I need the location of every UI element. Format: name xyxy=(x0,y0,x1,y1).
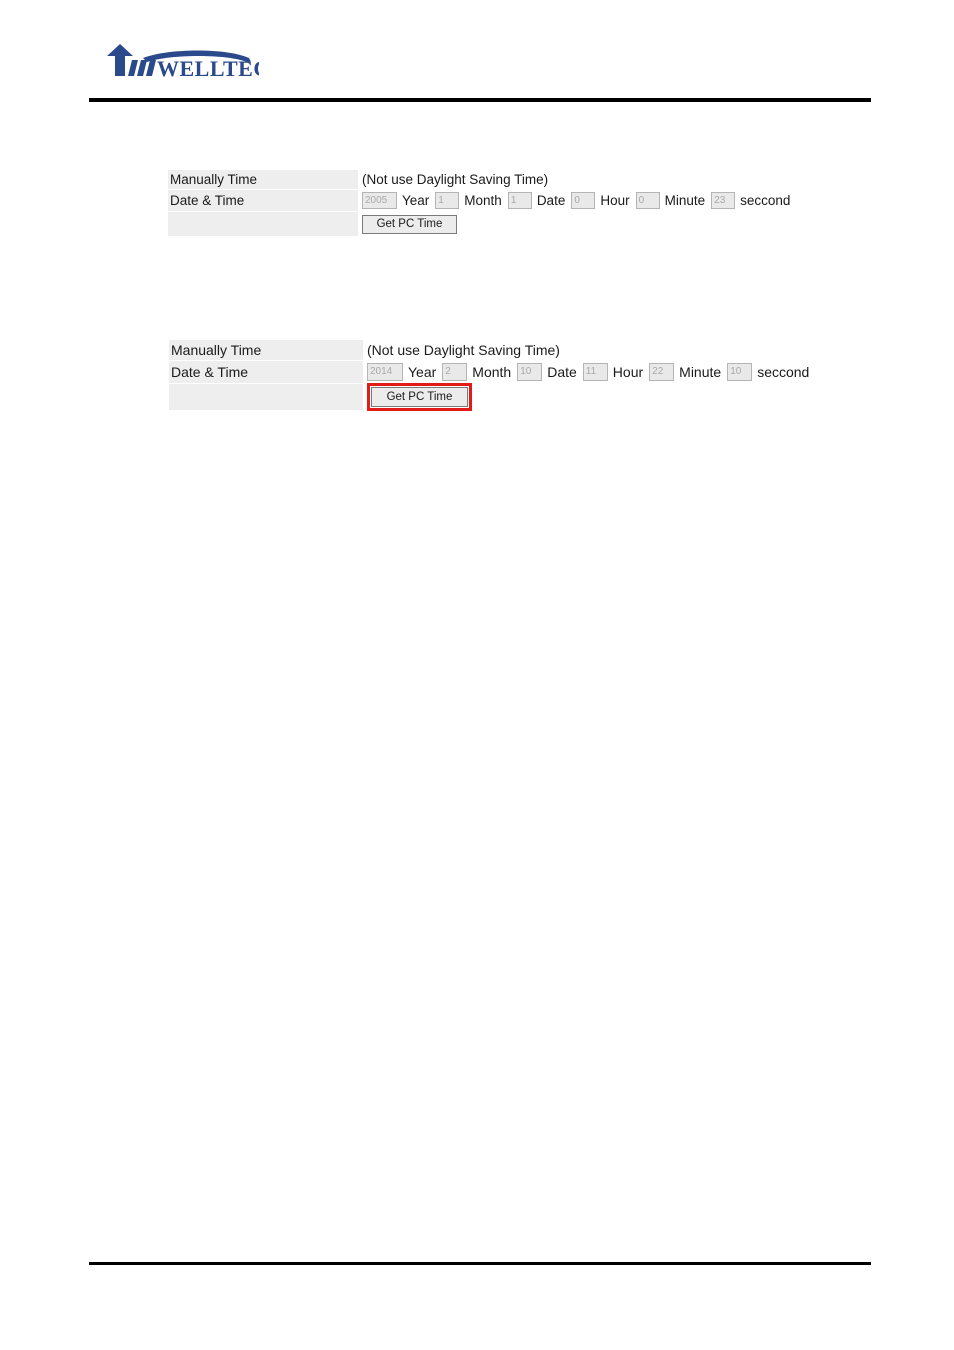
action-row-cell: Get PC Time xyxy=(358,212,457,236)
month-unit-label: Month xyxy=(472,364,512,380)
minute-unit-label: Minute xyxy=(679,364,722,380)
daylight-saving-note: (Not use Daylight Saving Time) xyxy=(367,342,560,358)
date-time-fields: 2014 Year 2 Month 10 Date 11 Hour 22 Min… xyxy=(363,361,815,383)
seccond-unit-label: seccond xyxy=(757,364,810,380)
get-pc-time-button[interactable]: Get PC Time xyxy=(362,214,457,234)
date-time-label: Date & Time xyxy=(168,190,358,211)
year-unit-label: Year xyxy=(402,193,430,208)
manually-time-form-before: Manually Time (Not use Daylight Saving T… xyxy=(168,170,796,237)
header-divider xyxy=(89,98,871,102)
action-row-label xyxy=(169,384,363,410)
manually-time-form-after: Manually Time (Not use Daylight Saving T… xyxy=(169,340,815,411)
year-input[interactable]: 2005 xyxy=(362,192,397,209)
hour-unit-label: Hour xyxy=(600,193,630,208)
daylight-saving-note: (Not use Daylight Saving Time) xyxy=(362,172,549,187)
seccond-input[interactable]: 23 xyxy=(711,192,736,209)
month-input[interactable]: 2 xyxy=(442,363,468,381)
seccond-unit-label: seccond xyxy=(740,193,791,208)
minute-input[interactable]: 0 xyxy=(635,192,660,209)
date-unit-label: Date xyxy=(547,364,577,380)
table-row: Manually Time (Not use Daylight Saving T… xyxy=(169,340,815,360)
hour-unit-label: Hour xyxy=(612,364,644,380)
welltech-logo-icon: WELLTECH xyxy=(99,42,259,86)
month-unit-label: Month xyxy=(464,193,502,208)
table-row: Get PC Time xyxy=(169,383,815,411)
highlight-box: Get PC Time xyxy=(367,383,472,411)
action-row-label xyxy=(168,212,358,236)
minute-input[interactable]: 22 xyxy=(649,363,675,381)
date-input[interactable]: 1 xyxy=(507,192,532,209)
minute-unit-label: Minute xyxy=(664,193,706,208)
footer-divider xyxy=(89,1262,871,1265)
action-row-cell: Get PC Time xyxy=(363,383,472,411)
hour-input[interactable]: 0 xyxy=(571,192,596,209)
table-row: Get PC Time xyxy=(168,212,796,236)
table-row: Manually Time (Not use Daylight Saving T… xyxy=(168,170,796,189)
hour-input[interactable]: 11 xyxy=(582,363,608,381)
manually-time-label: Manually Time xyxy=(169,340,363,360)
svg-text:WELLTECH: WELLTECH xyxy=(157,56,259,81)
year-input[interactable]: 2014 xyxy=(367,363,403,381)
year-unit-label: Year xyxy=(408,364,437,380)
date-input[interactable]: 10 xyxy=(517,363,543,381)
seccond-input[interactable]: 10 xyxy=(727,363,753,381)
month-input[interactable]: 1 xyxy=(435,192,460,209)
manually-time-label: Manually Time xyxy=(168,170,358,189)
table-row: Date & Time 2005 Year 1 Month 1 Date 0 H… xyxy=(168,190,796,211)
date-time-label: Date & Time xyxy=(169,361,363,383)
date-time-fields: 2005 Year 1 Month 1 Date 0 Hour 0 Minute… xyxy=(358,190,796,211)
get-pc-time-button[interactable]: Get PC Time xyxy=(371,387,468,407)
page-header: WELLTECH xyxy=(0,0,954,105)
table-row: Date & Time 2014 Year 2 Month 10 Date 11… xyxy=(169,361,815,383)
date-unit-label: Date xyxy=(536,193,566,208)
